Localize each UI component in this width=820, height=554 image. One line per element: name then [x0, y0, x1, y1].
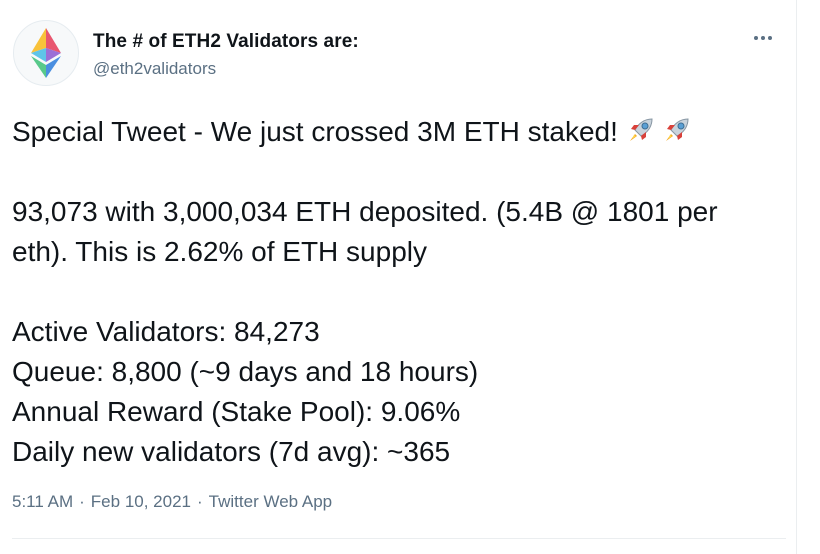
tweet-line: Queue: 8,800 (~9 days and 18 hours) — [12, 356, 479, 387]
ethereum-logo-icon — [31, 28, 61, 78]
tweet-line: Annual Reward (Stake Pool): 9.06% — [12, 396, 461, 427]
tweet-line: 93,073 with 3,000,034 ETH deposited. (5.… — [12, 196, 718, 227]
tweet-line: Special Tweet - We just crossed 3M ETH s… — [12, 112, 787, 152]
avatar[interactable] — [13, 20, 79, 86]
tweet-line: Active Validators: 84,273 — [12, 316, 320, 347]
more-options-icon[interactable] — [748, 28, 778, 48]
rocket-icon — [665, 118, 689, 141]
display-name[interactable]: The # of ETH2 Validators are: — [93, 31, 359, 53]
tweet-source-link[interactable]: Twitter Web App — [209, 492, 332, 511]
divider — [12, 538, 786, 539]
tweet-card: The # of ETH2 Validators are: @eth2valid… — [0, 0, 797, 554]
tweet-time[interactable]: 5:11 AM — [12, 492, 73, 511]
tweet-line: Daily new validators (7d avg): ~365 — [12, 436, 451, 467]
emoji-group — [626, 115, 698, 156]
tweet-text: Special Tweet - We just crossed 3M ETH s… — [12, 112, 787, 472]
separator-dot: · — [197, 492, 203, 511]
tweet-metadata: 5:11 AM · Feb 10, 2021 · Twitter Web App — [12, 492, 332, 512]
separator-dot: · — [79, 492, 85, 511]
tweet-line: eth). This is 2.62% of ETH supply — [12, 236, 427, 267]
rocket-icon — [629, 118, 653, 141]
user-handle[interactable]: @eth2validators — [93, 59, 216, 79]
tweet-date[interactable]: Feb 10, 2021 — [91, 492, 191, 511]
